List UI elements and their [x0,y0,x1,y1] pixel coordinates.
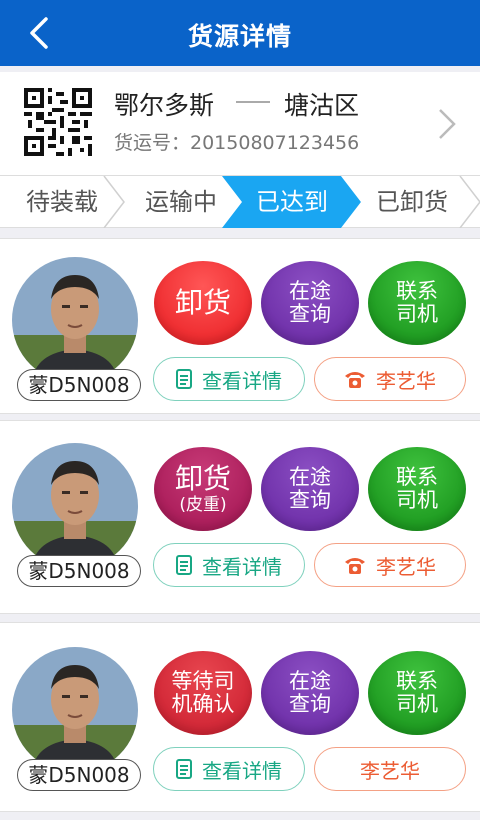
contact-driver-button[interactable]: 联系 司机 [368,447,466,531]
unload-tare-button[interactable]: 卸货 (皮重) [154,447,252,531]
contact-label-line1: 联系 [396,279,438,303]
plate-number: 蒙D5N008 [17,759,141,791]
route-summary[interactable]: 鄂尔多斯 塘沽区 货运号：20150807123456 [0,72,480,176]
unload-label: 卸货 [174,462,231,495]
phone-icon [345,558,365,574]
route-dash [236,101,270,103]
origin-city: 鄂尔多斯 [114,91,215,120]
driver-avatar [12,443,138,569]
await-driver-confirm-button[interactable]: 等待司 机确认 [154,651,252,735]
track-label-line2: 查询 [289,488,331,512]
contact-label-line2: 司机 [396,692,438,716]
contact-label-line2: 司机 [396,488,438,512]
view-details-button[interactable]: 查看详情 [153,543,305,587]
destination-city: 塘沽区 [284,91,360,120]
driver-avatar [12,257,138,383]
document-icon [176,369,192,389]
tare-label: (皮重) [179,495,227,515]
view-details-label: 查看详情 [202,554,282,579]
step-unloaded[interactable]: 已卸货 [360,176,464,228]
driver-name: 李艺华 [376,554,436,579]
view-details-label: 查看详情 [202,758,282,783]
driver-avatar [12,647,138,773]
chevron-right-icon [439,109,456,139]
qr-code-icon [24,88,92,156]
call-driver-button[interactable]: 李艺华 [314,747,466,791]
contact-label-line2: 司机 [396,302,438,326]
contact-driver-button[interactable]: 联系 司机 [368,651,466,735]
truck-card: 蒙D5N008 卸货 (皮重) 在途 查询 联系 司机 查看详情 李艺华 [0,420,480,614]
driver-name: 李艺华 [376,368,436,393]
phone-icon [345,372,365,388]
status-steps: 待装载 运输中 已达到 已卸货 [0,176,480,228]
waybill-number: 货运号：20150807123456 [114,132,360,154]
track-label-line1: 在途 [289,279,331,303]
track-label-line1: 在途 [289,465,331,489]
track-button[interactable]: 在途 查询 [261,651,359,735]
truck-card: 蒙D5N008 卸货 在途 查询 联系 司机 查看详情 李艺华 [0,238,480,414]
plate-number: 蒙D5N008 [17,555,141,587]
contact-label-line1: 联系 [396,669,438,693]
track-label-line2: 查询 [289,692,331,716]
track-label-line2: 查询 [289,302,331,326]
unload-button[interactable]: 卸货 [154,261,252,345]
contact-driver-button[interactable]: 联系 司机 [368,261,466,345]
await-label-line1: 等待司 [171,669,235,693]
view-details-button[interactable]: 查看详情 [153,747,305,791]
app-header: 货源详情 [0,0,480,66]
step-arrived[interactable]: 已达到 [242,176,342,228]
track-label-line1: 在途 [289,669,331,693]
call-driver-button[interactable]: 李艺华 [314,543,466,587]
truck-card: 蒙D5N008 等待司 机确认 在途 查询 联系 司机 查看详情 李艺华 [0,622,480,812]
plate-number: 蒙D5N008 [17,369,141,401]
view-details-button[interactable]: 查看详情 [153,357,305,401]
step-loading[interactable]: 待装载 [0,176,124,228]
page-title: 货源详情 [187,22,292,51]
call-driver-button[interactable]: 李艺华 [314,357,466,401]
document-icon [176,555,192,575]
step-in-transit[interactable]: 运输中 [124,176,238,228]
contact-label-line1: 联系 [396,465,438,489]
unload-label: 卸货 [174,286,231,319]
await-label-line2: 机确认 [171,692,235,716]
driver-name: 李艺华 [360,758,420,783]
view-details-label: 查看详情 [202,368,282,393]
track-button[interactable]: 在途 查询 [261,447,359,531]
document-icon [176,759,192,779]
track-button[interactable]: 在途 查询 [261,261,359,345]
